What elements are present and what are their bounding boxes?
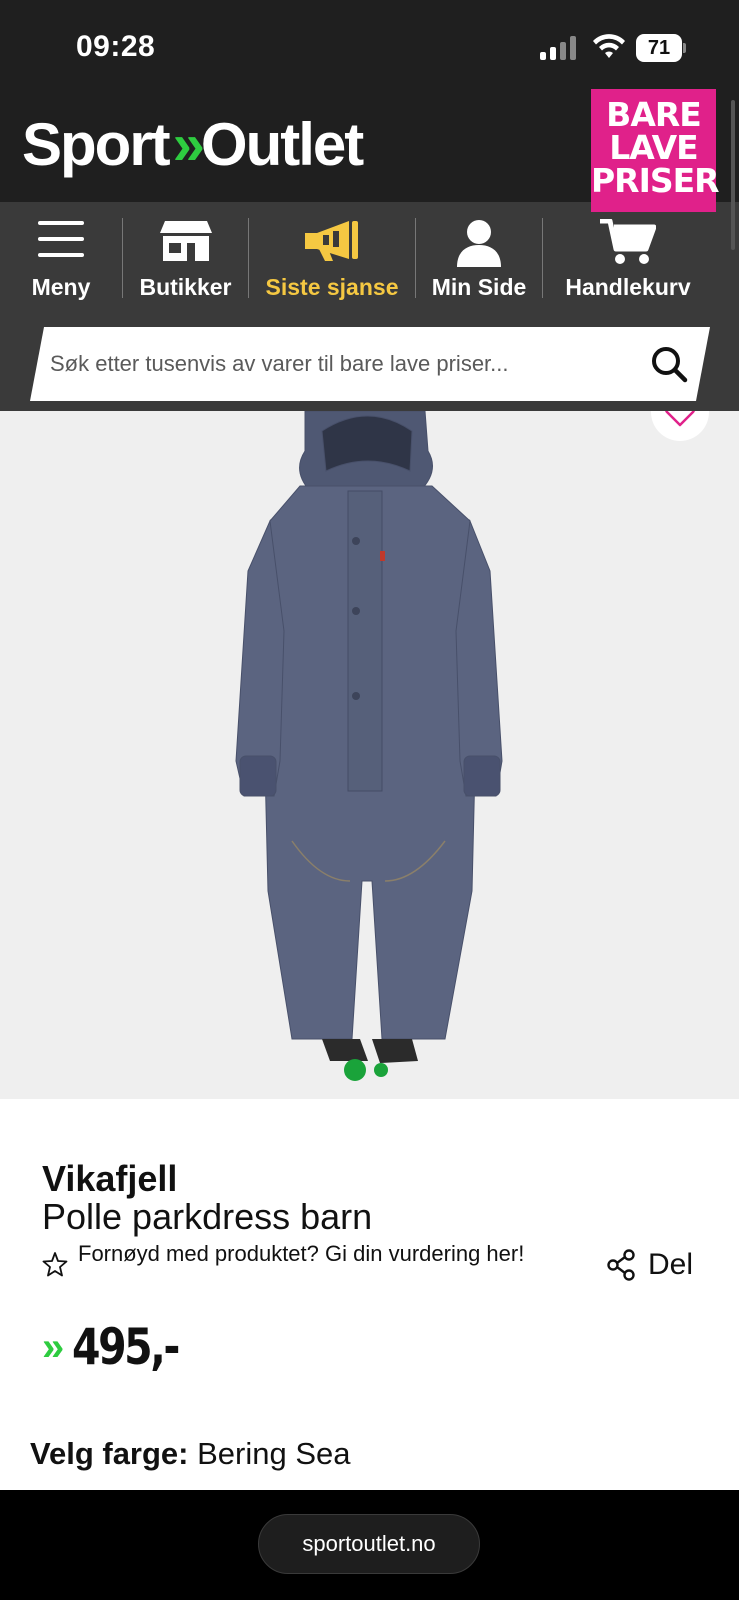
- search-icon[interactable]: [650, 345, 688, 388]
- wifi-icon: [592, 32, 626, 65]
- scroll-indicator: [731, 100, 735, 250]
- nav-label-handlekurv: Handlekurv: [565, 274, 691, 300]
- price-value: 495,-: [72, 1318, 180, 1376]
- badge-line-3: PRISER: [591, 161, 720, 200]
- logo-text-left: Sport: [22, 111, 171, 178]
- search-input[interactable]: [50, 341, 630, 387]
- nav-label-butikker: Butikker: [139, 274, 232, 300]
- user-icon: [455, 219, 503, 273]
- parkdress-image: [235, 411, 503, 1063]
- product-name: Polle parkdress barn: [42, 1196, 373, 1237]
- share-label: Del: [648, 1248, 694, 1281]
- share-icon: [607, 1249, 635, 1281]
- cellular-signal-icon: [540, 36, 578, 60]
- bare-lave-priser-badge: BARE LAVE PRISER: [591, 89, 720, 212]
- nav-item-meny[interactable]: Meny: [0, 215, 122, 301]
- megaphone-icon: [303, 219, 361, 269]
- battery-level: 71: [647, 37, 671, 59]
- carousel-dots: [344, 1059, 388, 1081]
- share-button[interactable]: Del: [606, 1248, 693, 1282]
- nav-label-meny: Meny: [31, 274, 91, 300]
- badge-line-2: LAVE: [609, 128, 698, 167]
- nav-label-min-side: Min Side: [431, 274, 527, 300]
- logo-chevron-icon: »: [172, 112, 205, 177]
- rating-prompt[interactable]: Fornøyd med produktet? Gi din vurdering …: [42, 1243, 562, 1277]
- badge-line-1: BARE: [606, 95, 702, 134]
- browser-bottom-bar: sportoutlet.no: [0, 1490, 739, 1600]
- sport-outlet-logo[interactable]: Sport » Outlet: [22, 110, 364, 179]
- product-price: » 495,-: [42, 1318, 201, 1376]
- color-selector-label: Velg farge: Bering Sea: [30, 1436, 351, 1472]
- browser-url-bar[interactable]: sportoutlet.no: [258, 1514, 480, 1574]
- heart-icon: [665, 411, 695, 427]
- carousel-dot-active[interactable]: [344, 1059, 366, 1081]
- color-value: Bering Sea: [197, 1436, 351, 1471]
- status-bar: 09:28 71: [0, 0, 739, 92]
- store-icon: [159, 219, 213, 269]
- star-icon: [42, 1252, 68, 1277]
- nav-item-min-side[interactable]: Min Side: [416, 215, 542, 301]
- status-time: 09:28: [76, 30, 156, 63]
- nav-item-handlekurv[interactable]: Handlekurv: [543, 215, 713, 301]
- product-brand: Vikafjell: [42, 1158, 178, 1199]
- cart-icon: [600, 218, 657, 271]
- search-bar-container: [0, 314, 739, 411]
- logo-text-right: Outlet: [200, 111, 364, 178]
- nav-item-siste-sjanse[interactable]: Siste sjanse: [249, 215, 415, 301]
- carousel-dot[interactable]: [374, 1063, 388, 1077]
- nav-item-butikker[interactable]: Butikker: [123, 215, 248, 301]
- price-chevron-icon: »: [42, 1324, 64, 1369]
- main-nav: Meny Butikker Siste sjanse Min Side Hand…: [0, 202, 739, 314]
- nav-label-siste-sjanse: Siste sjanse: [265, 274, 399, 300]
- color-label: Velg farge:: [30, 1436, 189, 1471]
- menu-icon: [37, 219, 85, 265]
- search-box: [30, 327, 710, 401]
- product-image-carousel[interactable]: [0, 411, 739, 1099]
- battery-icon: 71: [636, 34, 686, 62]
- rating-prompt-text: Fornøyd med produktet? Gi din vurdering …: [78, 1241, 525, 1266]
